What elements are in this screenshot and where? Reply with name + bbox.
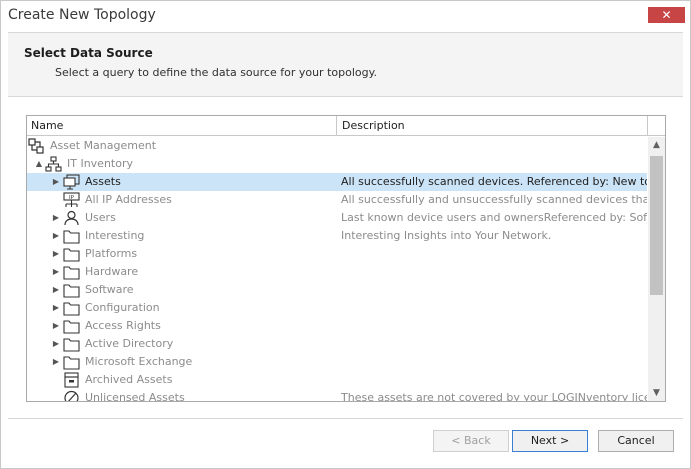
folder-icon: [63, 336, 80, 352]
prohibited-icon: [63, 390, 80, 401]
folder-icon: [63, 318, 80, 334]
expand-toggle-icon: [51, 191, 61, 209]
tree-row-label: All IP Addresses: [85, 193, 172, 206]
column-header: Name Description: [27, 116, 665, 136]
tree-row[interactable]: ▶ Microsoft Exchange: [27, 353, 647, 371]
expand-toggle-icon: [51, 389, 61, 401]
tree-row-description: Last known device users and ownersRefere…: [341, 211, 647, 224]
tree-row-label: Assets: [85, 175, 121, 188]
expand-toggle-icon[interactable]: ▶: [51, 245, 61, 263]
expand-toggle-icon[interactable]: ▶: [51, 317, 61, 335]
tree-row[interactable]: ▶ Assets All successfully scanned devices.…: [27, 173, 647, 191]
folder-icon: [63, 264, 80, 280]
tree-row[interactable]: ▶ Configuration: [27, 299, 647, 317]
tree-row-label: Unlicensed Assets: [85, 391, 185, 402]
ip-network-icon: IP: [63, 192, 80, 208]
expand-toggle-icon[interactable]: ▶: [51, 353, 61, 371]
tree-rows: Asset Management ▲ IT Inventory ▶ Assets All …: [27, 137, 647, 402]
tree-row-description: All successfully and unsuccessfully scan…: [341, 193, 647, 206]
expand-toggle-icon[interactable]: ▶: [51, 263, 61, 281]
tree-row-label: Configuration: [85, 301, 160, 314]
tree-row-label: Microsoft Exchange: [85, 355, 193, 368]
tree-row[interactable]: ▶ Active Directory: [27, 335, 647, 353]
expand-toggle-icon[interactable]: ▶: [51, 335, 61, 353]
column-description-header[interactable]: Description: [338, 116, 648, 136]
title-bar: Create New Topology ✕: [1, 1, 690, 31]
close-button[interactable]: ✕: [648, 7, 685, 23]
expand-toggle-icon[interactable]: ▲: [34, 155, 44, 173]
expand-toggle-icon: [51, 371, 61, 389]
page-subtitle: Select a query to define the data source…: [55, 66, 378, 79]
tree-row[interactable]: ▶ Platforms: [27, 245, 647, 263]
tree-row-label: Users: [85, 211, 116, 224]
tree-row[interactable]: Asset Management: [27, 137, 647, 155]
tree-row-label: Access Rights: [85, 319, 161, 332]
tree-row-label: Active Directory: [85, 337, 174, 350]
tree-row[interactable]: ▶ Interesting Interesting Insights into Yo…: [27, 227, 647, 245]
tree-row-description: All successfully scanned devices. Refere…: [341, 175, 647, 188]
wizard-header: Select Data Source Select a query to def…: [8, 32, 683, 97]
folder-icon: [63, 228, 80, 244]
tree-row[interactable]: ▲ IT Inventory: [27, 155, 647, 173]
tree-row-label: Archived Assets: [85, 373, 173, 386]
tree-row[interactable]: ▶ Access Rights: [27, 317, 647, 335]
tree-row-label: Hardware: [85, 265, 139, 278]
monitor-icon: [63, 174, 80, 190]
tree-row-label: Interesting: [85, 229, 145, 242]
tree-row-label: IT Inventory: [67, 157, 133, 170]
page-title: Select Data Source: [24, 46, 153, 60]
tree-row[interactable]: IP All IP Addresses All successfully and u…: [27, 191, 647, 209]
user-icon: [63, 210, 80, 226]
back-button[interactable]: < Back: [433, 430, 509, 452]
archive-icon: [63, 372, 80, 388]
expand-toggle-icon[interactable]: ▶: [51, 173, 61, 191]
scroll-up-arrow[interactable]: ▲: [648, 137, 665, 154]
next-button[interactable]: Next >: [512, 430, 588, 452]
footer-divider: [8, 418, 683, 419]
query-tree[interactable]: Name Description Asset Management ▲ IT Inv…: [26, 115, 666, 402]
expand-toggle-icon[interactable]: ▶: [51, 281, 61, 299]
tree-row[interactable]: ▶ Users Last known device users and owners…: [27, 209, 647, 227]
tree-row-description: These assets are not covered by your LOG…: [341, 391, 647, 402]
tree-row-label: Software: [85, 283, 134, 296]
scroll-thumb[interactable]: [650, 156, 663, 295]
create-topology-dialog: Create New Topology ✕ Select Data Source…: [0, 0, 691, 469]
folder-icon: [63, 300, 80, 316]
tree-row-description: Interesting Insights into Your Network.: [341, 229, 552, 242]
tree-row-label: Platforms: [85, 247, 138, 260]
vertical-scrollbar[interactable]: ▲ ▼: [648, 137, 665, 401]
tree-row[interactable]: ▶ Software: [27, 281, 647, 299]
tree-row[interactable]: Unlicensed Assets These assets are not co…: [27, 389, 647, 402]
expand-toggle-icon[interactable]: ▶: [51, 299, 61, 317]
network-icon: [28, 138, 45, 154]
tree-row-label: Asset Management: [50, 139, 157, 152]
folder-icon: [63, 282, 80, 298]
folder-icon: [63, 354, 80, 370]
column-name-header[interactable]: Name: [27, 116, 337, 136]
folder-icon: [63, 246, 80, 262]
expand-toggle-icon[interactable]: ▶: [51, 209, 61, 227]
window-title: Create New Topology: [8, 7, 156, 23]
hierarchy-icon: [45, 156, 62, 172]
cancel-button[interactable]: Cancel: [598, 430, 674, 452]
expand-toggle-icon[interactable]: ▶: [51, 227, 61, 245]
tree-row[interactable]: ▶ Hardware: [27, 263, 647, 281]
tree-row[interactable]: Archived Assets: [27, 371, 647, 389]
scroll-down-arrow[interactable]: ▼: [648, 385, 665, 401]
